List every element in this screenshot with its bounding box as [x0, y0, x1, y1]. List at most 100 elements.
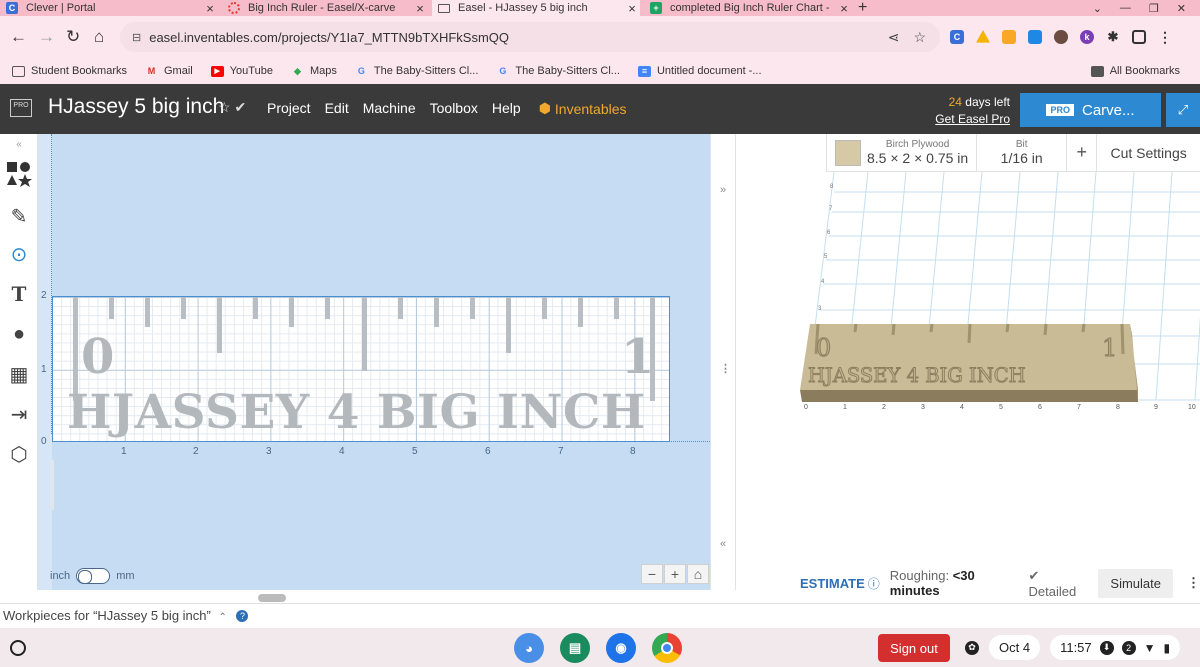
menu-machine[interactable]: Machine — [363, 100, 416, 117]
unit-mm-label[interactable]: mm — [116, 570, 134, 582]
carve-pro-badge: PRO — [1046, 104, 1074, 116]
detailed-estimate[interactable]: ✔ Detailed — [1029, 568, 1087, 599]
accessibility-icon[interactable]: ✿ — [965, 640, 979, 655]
url-text[interactable]: easel.inventables.com/projects/Y1Ia7_MTT… — [149, 30, 887, 45]
camera-app-icon[interactable]: ◉ — [606, 633, 636, 663]
palette-app-icon[interactable]: ◕ — [514, 633, 544, 663]
trash-extension-icon[interactable] — [1028, 30, 1042, 44]
workpieces-drag-handle[interactable] — [258, 594, 286, 602]
design-canvas[interactable]: 2 1 0 0 1 HJASSEY 4 BIG INCH 1 2 3 4 5 6… — [38, 134, 710, 590]
panel-splitter[interactable]: » ⋮ « — [710, 134, 736, 590]
ruler-end-number[interactable]: 1 — [621, 329, 654, 385]
import-icon[interactable]: ⇥ — [5, 400, 33, 428]
side-panel-icon[interactable] — [1132, 30, 1146, 44]
info-icon[interactable]: ⓘ — [868, 575, 880, 592]
reload-icon[interactable]: ↻ — [66, 28, 80, 46]
clever-extension-icon[interactable]: C — [950, 30, 964, 44]
blocks-icon[interactable]: ▦ — [5, 360, 33, 388]
new-tab-button[interactable]: + — [858, 0, 882, 16]
bookmark-star-icon[interactable]: ☆ — [913, 29, 926, 46]
pen-tool-icon[interactable]: ✎ — [5, 202, 33, 230]
launcher-icon[interactable] — [10, 640, 26, 656]
close-icon[interactable]: × — [202, 1, 218, 16]
restore-icon[interactable]: ❐ — [1149, 2, 1159, 15]
menu-toolbox[interactable]: Toolbox — [430, 100, 478, 117]
collapse-chevron-icon[interactable]: « — [5, 136, 33, 152]
drag-handle-icon[interactable]: ⋮ — [720, 362, 731, 375]
estimate-label[interactable]: ESTIMATE — [800, 576, 865, 591]
forward-icon[interactable]: → — [38, 28, 55, 46]
simulate-button[interactable]: Simulate — [1098, 568, 1173, 598]
carve-button[interactable]: PRO Carve... — [1020, 93, 1161, 127]
workpiece-board[interactable]: 0 1 HJASSEY 4 BIG INCH — [52, 296, 670, 442]
add-bit-button[interactable]: + — [1067, 134, 1098, 171]
pro-logo-icon: PRO — [10, 99, 32, 117]
cookie-extension-icon[interactable] — [1054, 30, 1068, 44]
sign-out-button[interactable]: Sign out — [878, 634, 950, 662]
omnibox[interactable]: ⊟ easel.inventables.com/projects/Y1Ia7_M… — [120, 22, 940, 52]
home-icon[interactable]: ⌂ — [94, 28, 104, 46]
help-icon[interactable]: ? — [236, 610, 249, 622]
close-icon[interactable]: × — [624, 1, 640, 16]
more-options-icon[interactable]: ⋮ — [1187, 575, 1200, 591]
site-info-icon[interactable]: ⊟ — [132, 31, 141, 44]
menu-inventables[interactable]: ⬢ Inventables — [539, 100, 627, 117]
home-view-icon[interactable]: ⌂ — [687, 564, 709, 584]
close-icon[interactable]: × — [836, 1, 852, 16]
share-icon[interactable]: ⋖ — [888, 29, 900, 46]
kebab-menu-icon[interactable]: ⋮ — [1158, 29, 1172, 45]
expand-right-icon[interactable]: » — [720, 184, 726, 196]
date-pill[interactable]: Oct 4 — [989, 635, 1041, 660]
apple-icon[interactable]: ● — [5, 320, 33, 348]
chrome-app-icon[interactable] — [652, 633, 682, 663]
get-easel-pro-link[interactable]: Get Easel Pro — [930, 111, 1010, 128]
k-extension-icon[interactable]: k — [1080, 30, 1094, 44]
status-area[interactable]: 11:57 ⬇ 2 ▼ ▮ — [1050, 635, 1181, 660]
3d-preview[interactable]: 8 7 6 5 4 3 Birch Plywood 8.5 × 2 × 0.75… — [736, 134, 1200, 590]
menu-project[interactable]: Project — [267, 100, 311, 117]
bookmark-youtube[interactable]: ▶ YouTube — [210, 65, 273, 77]
bookmark-student[interactable]: Student Bookmarks — [12, 65, 127, 77]
cut-settings-button[interactable]: Cut Settings — [1097, 134, 1200, 171]
chevron-down-icon[interactable]: ⌄ — [1093, 2, 1102, 15]
minimize-icon[interactable]: — — [1120, 2, 1131, 14]
workpieces-toggle[interactable]: Workpieces for “HJassey 5 big inch” ⌃ ? — [3, 608, 249, 623]
expand-icon[interactable]: ⤢ — [1166, 93, 1200, 127]
close-icon[interactable]: × — [412, 1, 428, 16]
shapes-icon[interactable] — [5, 160, 33, 188]
cube-icon[interactable]: ⬡ — [5, 440, 33, 468]
puzzle-icon[interactable]: ✱ — [1106, 29, 1120, 44]
bookmark-babysitters-2[interactable]: G The Baby-Sitters Cl... — [496, 65, 620, 77]
menu-help[interactable]: Help — [492, 100, 521, 117]
tab-ruler-chart[interactable]: + completed Big Inch Ruler Chart - × — [644, 0, 852, 16]
zoom-in-button[interactable]: + — [664, 564, 686, 584]
bookmark-untitled-doc[interactable]: ≡ Untitled document -... — [637, 65, 762, 77]
expand-left-icon[interactable]: « — [720, 538, 726, 550]
extension-icon[interactable] — [1002, 30, 1016, 44]
tab-clever[interactable]: C Clever | Portal × — [0, 0, 218, 16]
tab-easel[interactable]: Easel - HJassey 5 big inch × — [432, 0, 640, 16]
all-bookmarks[interactable]: All Bookmarks — [1090, 58, 1180, 84]
target-icon[interactable]: ⊙ — [5, 240, 33, 268]
unit-inch-label[interactable]: inch — [50, 570, 70, 582]
ruler-start-number[interactable]: 0 — [81, 329, 114, 385]
tab-big-inch-ruler[interactable]: Big Inch Ruler - Easel/X-carve × — [222, 0, 428, 16]
unit-switch[interactable] — [76, 568, 111, 584]
text-tool-icon[interactable]: T — [5, 280, 33, 308]
menu-edit[interactable]: Edit — [325, 100, 349, 117]
bookmark-babysitters-1[interactable]: G The Baby-Sitters Cl... — [355, 65, 479, 77]
drive-icon[interactable] — [976, 30, 990, 43]
bit-selector[interactable]: Bit 1/16 in — [977, 134, 1068, 171]
ruler-engraved-text[interactable]: HJASSEY 4 BIG INCH — [67, 385, 646, 440]
ruler-tick — [506, 297, 511, 353]
close-window-icon[interactable]: ✕ — [1177, 2, 1186, 15]
bookmark-gmail[interactable]: M Gmail — [145, 65, 193, 77]
bookmark-maps[interactable]: ◆ Maps — [291, 65, 337, 77]
back-icon[interactable]: ← — [10, 28, 27, 46]
project-title[interactable]: HJassey 5 big inch — [48, 95, 224, 119]
star-icon[interactable]: ☆ — [218, 99, 231, 115]
material-selector[interactable]: Birch Plywood 8.5 × 2 × 0.75 in — [826, 134, 978, 171]
classroom-app-icon[interactable]: ▤ — [560, 633, 590, 663]
x-axis-label: 0 — [804, 404, 808, 411]
zoom-out-button[interactable]: − — [641, 564, 663, 584]
